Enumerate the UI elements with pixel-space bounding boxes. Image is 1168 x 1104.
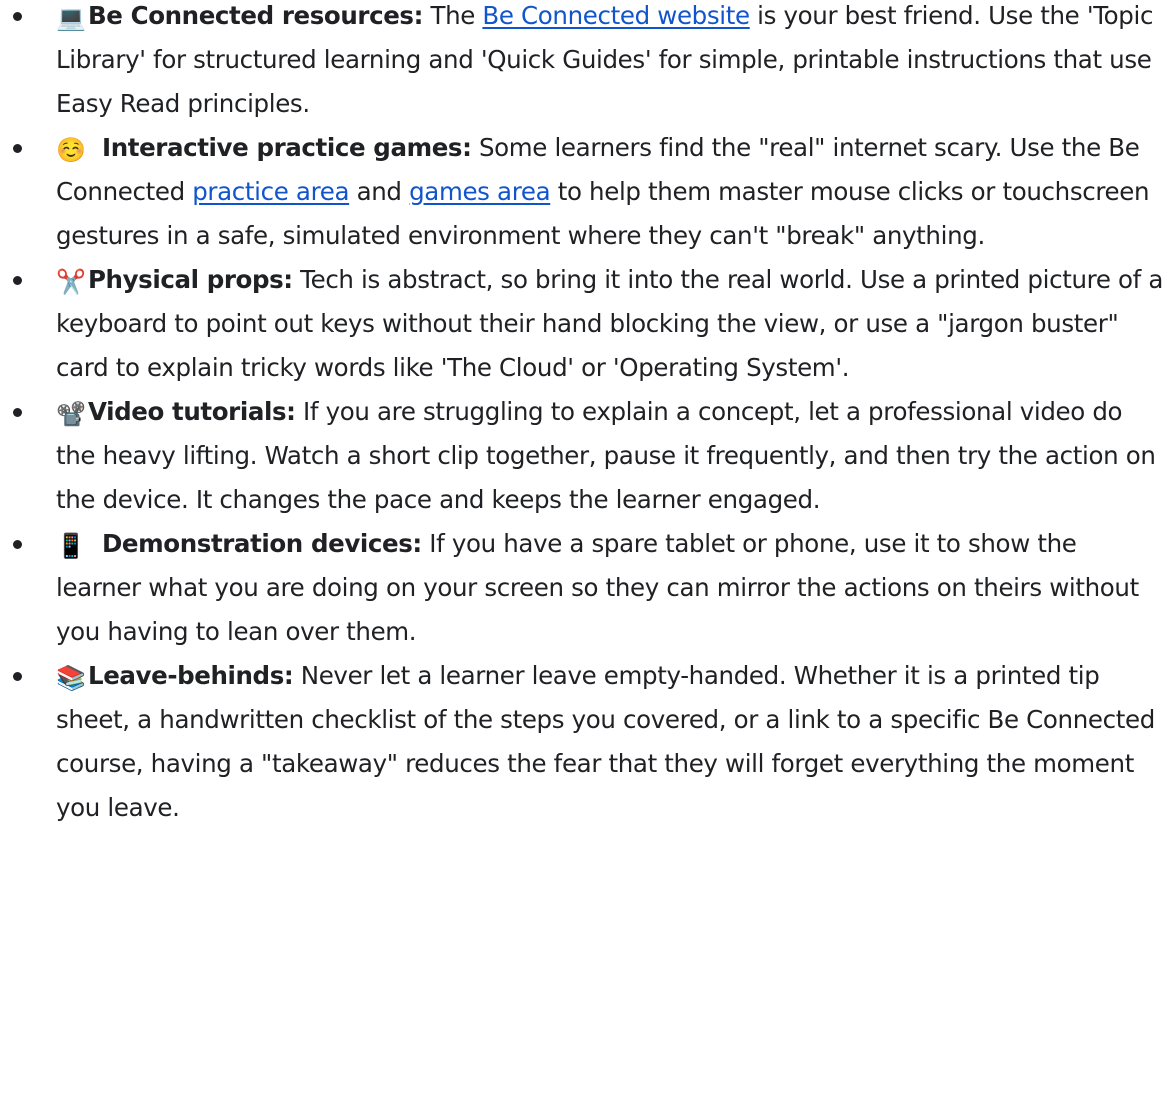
- item-label: Leave-behinds:: [88, 661, 294, 690]
- item-text: The: [423, 1, 483, 30]
- bullet-dot: [13, 144, 22, 153]
- item-label: Physical props:: [88, 265, 293, 294]
- item-label: Interactive practice games:: [102, 133, 472, 162]
- list-item-be-connected-resources: 💻 Be Connected resources: The Be Connecte…: [0, 0, 1168, 126]
- practice-area-link[interactable]: practice area: [192, 177, 349, 206]
- item-label: Demonstration devices:: [102, 529, 422, 558]
- item-label: Video tutorials:: [88, 397, 296, 426]
- games-area-link[interactable]: games area: [409, 177, 551, 206]
- bullet-dot: [13, 408, 22, 417]
- be-connected-website-link[interactable]: Be Connected website: [482, 1, 750, 30]
- list-item-physical-props: ✂️ Physical props: Tech is abstract, so b…: [0, 258, 1168, 390]
- list-item-demonstration-devices: 📱 Demonstration devices: If you have a sp…: [0, 522, 1168, 654]
- bullet-dot: [13, 672, 22, 681]
- mobile-phone-icon: 📱: [56, 532, 86, 560]
- resource-tips-list: 💻 Be Connected resources: The Be Connecte…: [0, 0, 1168, 830]
- item-text: and: [349, 177, 410, 206]
- bullet-dot: [13, 276, 22, 285]
- laptop-icon: 💻: [56, 4, 86, 32]
- books-icon: 📚: [56, 664, 86, 692]
- smiling-face-icon: ☺️: [56, 136, 86, 164]
- item-label: Be Connected resources:: [88, 1, 424, 30]
- bullet-dot: [13, 540, 22, 549]
- scissors-icon: ✂️: [56, 268, 86, 296]
- bullet-dot: [13, 12, 22, 21]
- list-item-video-tutorials: 📽️ Video tutorials: If you are struggling…: [0, 390, 1168, 522]
- list-item-interactive-practice-games: ☺️ Interactive practice games: Some learn…: [0, 126, 1168, 258]
- film-projector-icon: 📽️: [56, 400, 86, 428]
- list-item-leave-behinds: 📚 Leave-behinds: Never let a learner leav…: [0, 654, 1168, 830]
